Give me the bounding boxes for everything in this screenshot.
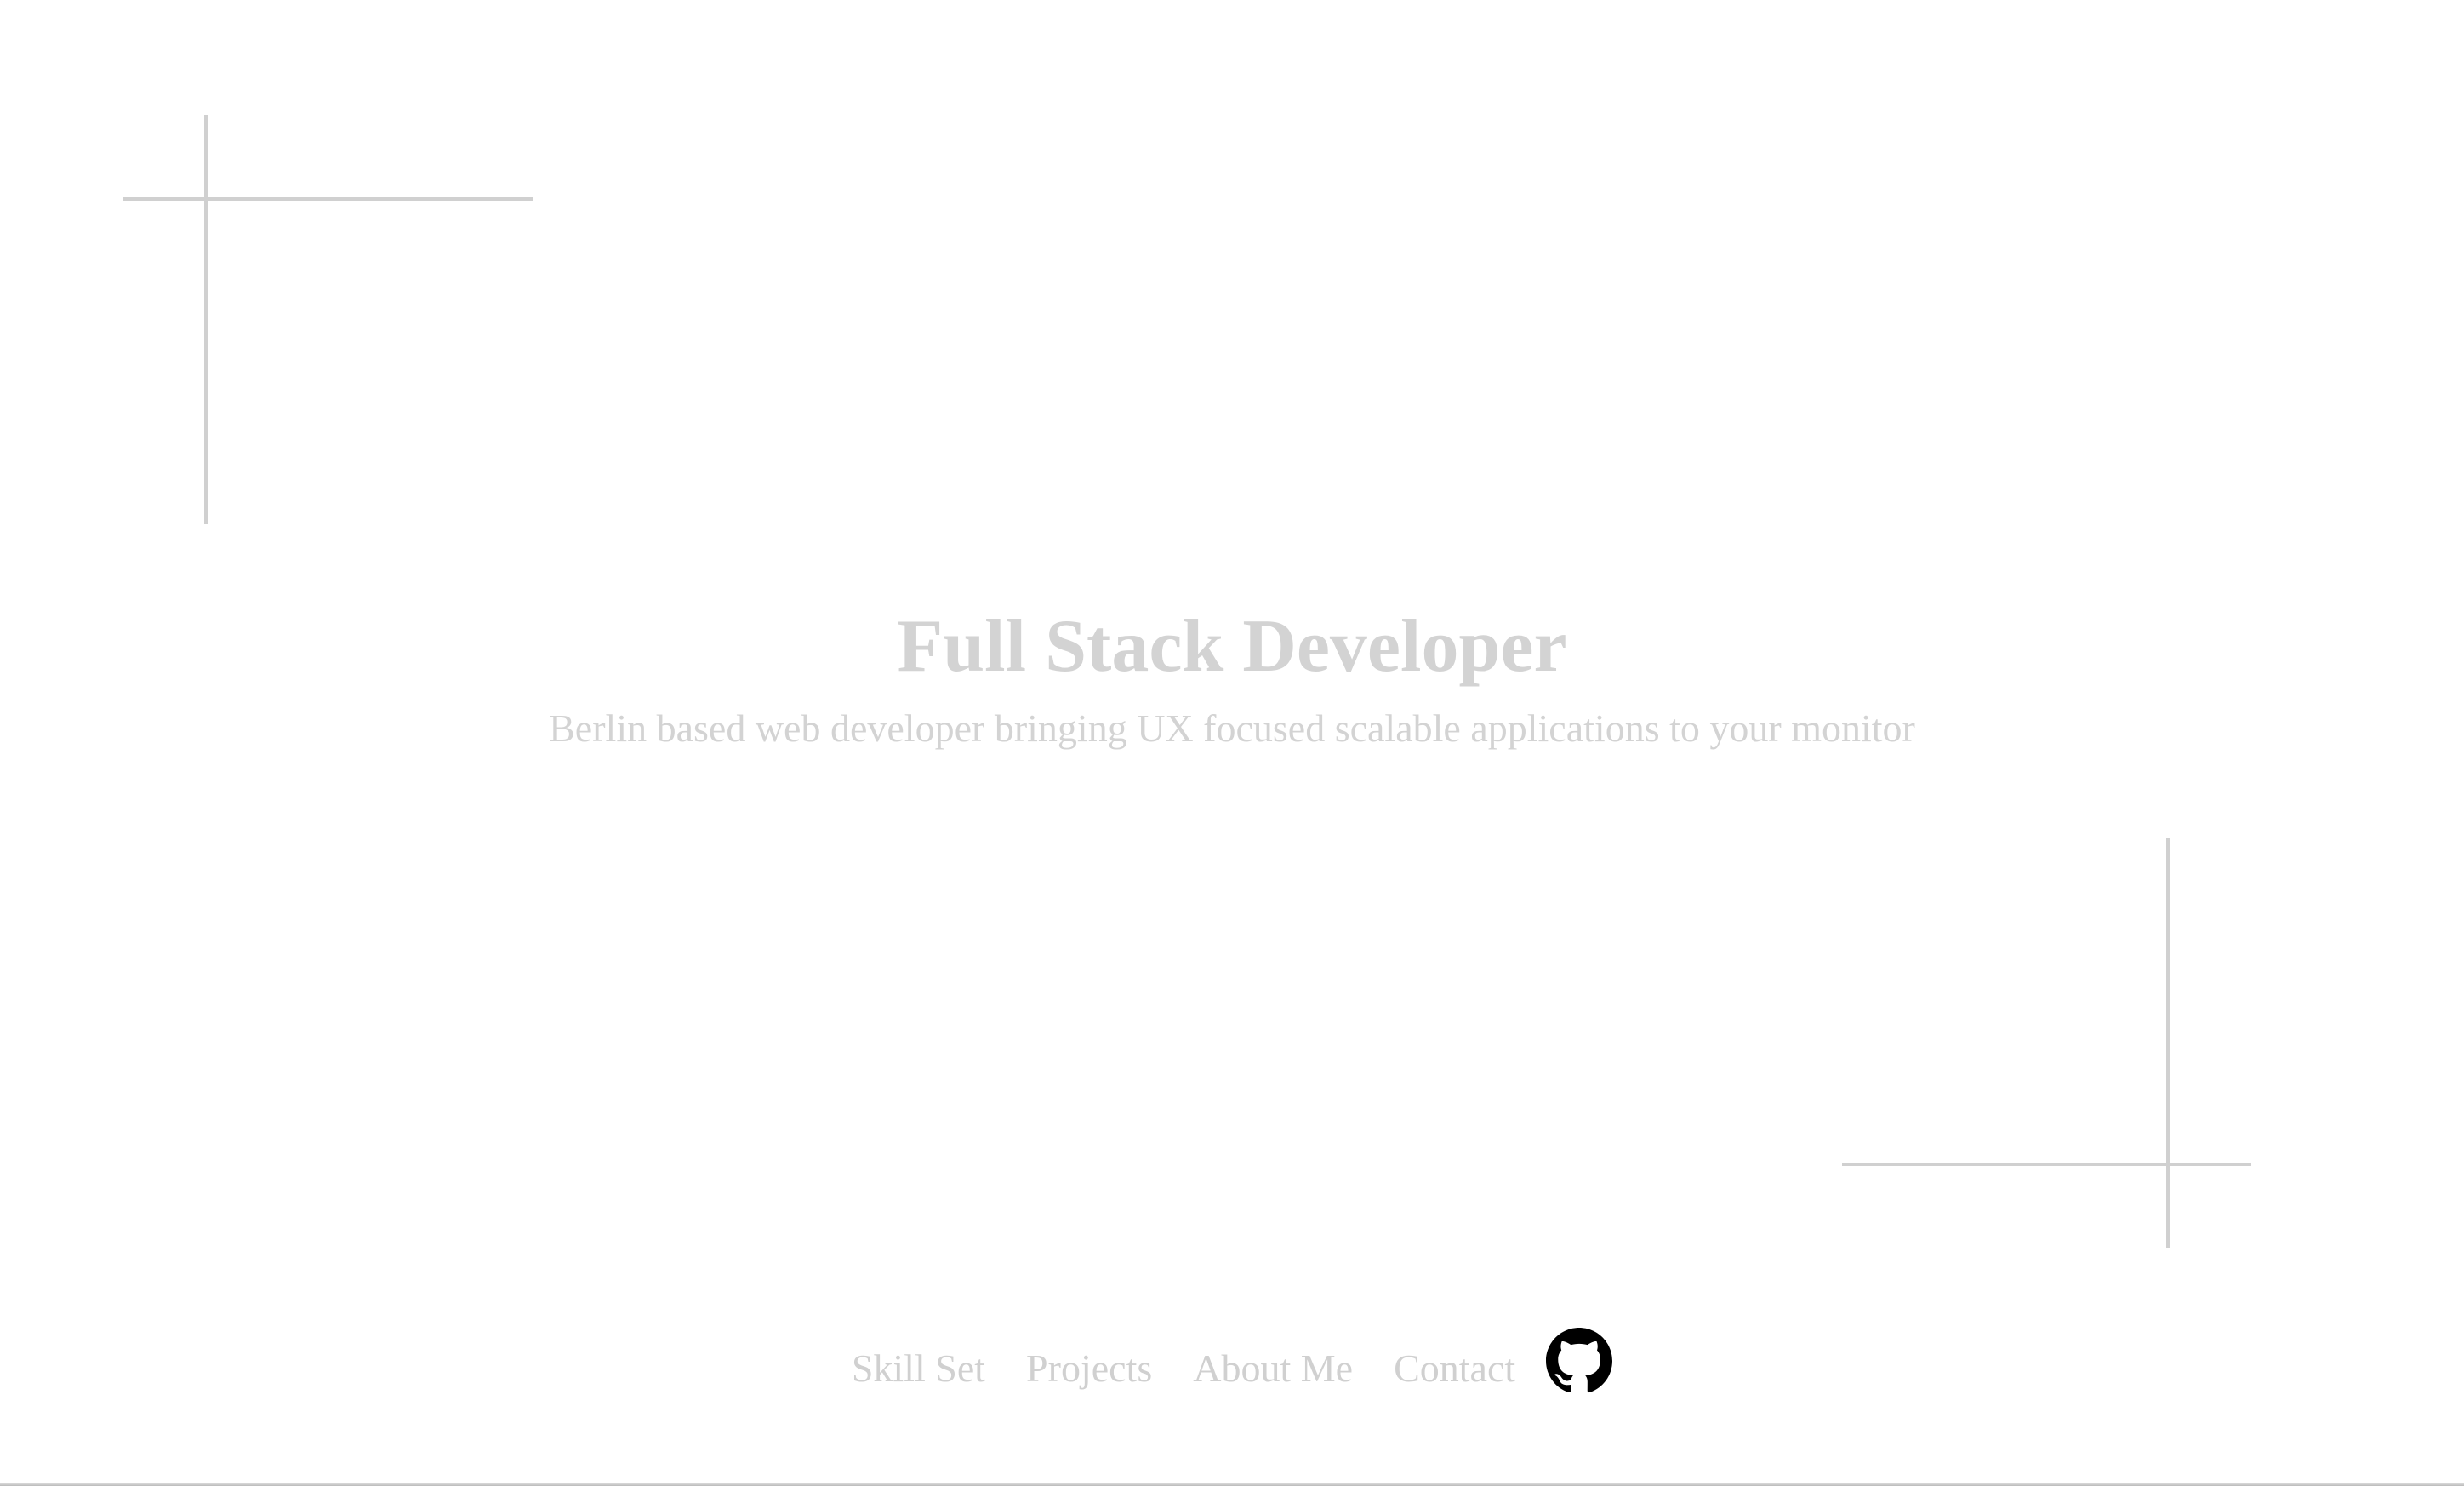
landing-page: Full Stack Developer Berlin based web de… xyxy=(0,0,2464,1486)
bottom-edge-bar xyxy=(0,1483,2464,1486)
hero-section: Full Stack Developer Berlin based web de… xyxy=(0,596,2464,754)
bottom-right-crosshair-vertical-line xyxy=(2166,838,2170,1248)
nav-link-skill-set[interactable]: Skill Set xyxy=(852,1328,985,1394)
nav-link-about-me[interactable]: About Me xyxy=(1193,1328,1353,1394)
nav-link-contact[interactable]: Contact xyxy=(1394,1328,1515,1394)
hero-title: Full Stack Developer xyxy=(897,605,1567,688)
github-icon xyxy=(1546,1328,1613,1393)
nav-link-projects[interactable]: Projects xyxy=(1026,1328,1152,1394)
bottom-right-crosshair-horizontal-line xyxy=(1842,1163,2251,1166)
top-left-crosshair-vertical-line xyxy=(204,115,208,524)
bottom-navigation: Skill Set Projects About Me Contact xyxy=(0,1328,2464,1394)
github-link[interactable] xyxy=(1546,1328,1613,1394)
hero-subtitle: Berlin based web developer bringing UX f… xyxy=(549,706,1915,750)
top-left-crosshair-horizontal-line xyxy=(123,197,533,201)
